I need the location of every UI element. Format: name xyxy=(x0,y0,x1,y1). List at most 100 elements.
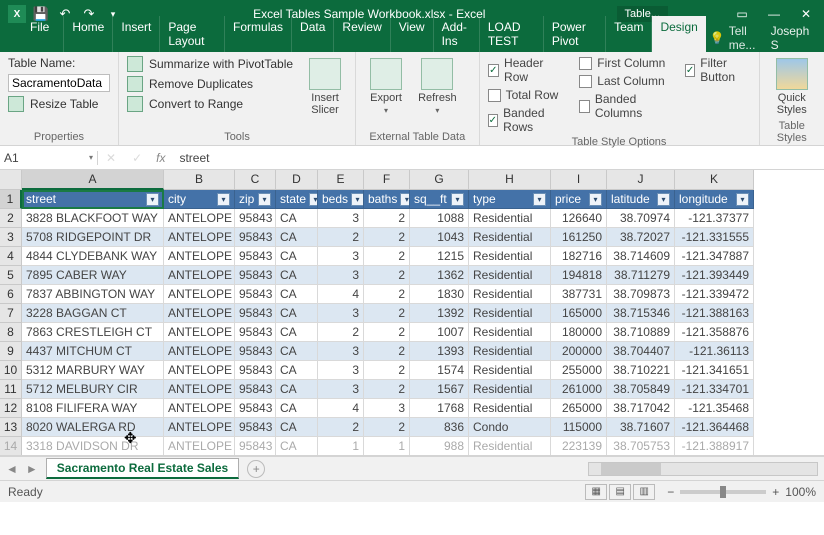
cell[interactable]: 1830 xyxy=(410,285,469,304)
column-header[interactable]: A xyxy=(22,170,164,190)
cell[interactable]: 115000 xyxy=(551,418,607,437)
cell[interactable]: 2 xyxy=(364,228,410,247)
cell[interactable]: CA xyxy=(276,437,318,456)
cell[interactable]: -121.334701 xyxy=(675,380,754,399)
cell[interactable]: 261000 xyxy=(551,380,607,399)
table-header-cell[interactable]: beds▾ xyxy=(318,190,364,209)
cell[interactable]: Residential xyxy=(469,228,551,247)
cell[interactable]: 38.710221 xyxy=(607,361,675,380)
cell[interactable]: 8108 FILIFERA WAY xyxy=(22,399,164,418)
formula-input[interactable]: street xyxy=(171,151,209,165)
last-column-checkbox[interactable]: Last Column xyxy=(579,74,666,88)
close-icon[interactable]: ✕ xyxy=(792,7,820,21)
cell[interactable]: 3 xyxy=(318,361,364,380)
cell[interactable]: ANTELOPE xyxy=(164,209,235,228)
total-row-checkbox[interactable]: Total Row xyxy=(488,88,562,102)
cell[interactable]: -121.339472 xyxy=(675,285,754,304)
cell[interactable]: -121.364468 xyxy=(675,418,754,437)
tab-data[interactable]: Data xyxy=(292,16,334,52)
cell[interactable]: CA xyxy=(276,323,318,342)
cell[interactable]: 2 xyxy=(318,418,364,437)
cell[interactable]: 95843 xyxy=(235,399,276,418)
convert-range-button[interactable]: Convert to Range xyxy=(127,96,293,112)
cell[interactable]: CA xyxy=(276,361,318,380)
cell[interactable]: 4437 MITCHUM CT xyxy=(22,342,164,361)
cell[interactable]: 4844 CLYDEBANK WAY xyxy=(22,247,164,266)
cell[interactable]: CA xyxy=(276,209,318,228)
table-header-cell[interactable]: latitude▾ xyxy=(607,190,675,209)
cell[interactable]: ANTELOPE xyxy=(164,399,235,418)
cell[interactable]: Residential xyxy=(469,437,551,456)
cell[interactable]: 165000 xyxy=(551,304,607,323)
row-header[interactable]: 13 xyxy=(0,418,22,437)
cell[interactable]: 38.70974 xyxy=(607,209,675,228)
cell[interactable]: 1 xyxy=(318,437,364,456)
cell[interactable]: 3 xyxy=(318,342,364,361)
cell[interactable]: 3 xyxy=(318,209,364,228)
sheet-nav-prev-icon[interactable]: ◄ xyxy=(6,462,18,476)
cell[interactable]: 38.705849 xyxy=(607,380,675,399)
cell[interactable]: CA xyxy=(276,285,318,304)
tab-insert[interactable]: Insert xyxy=(113,16,160,52)
tab-design[interactable]: Design xyxy=(652,16,705,52)
cell[interactable]: 95843 xyxy=(235,285,276,304)
filter-icon[interactable]: ▾ xyxy=(146,193,159,206)
column-header[interactable]: F xyxy=(364,170,410,190)
cell[interactable]: Residential xyxy=(469,266,551,285)
cell[interactable]: 1567 xyxy=(410,380,469,399)
table-header-cell[interactable]: longitude▾ xyxy=(675,190,754,209)
cell[interactable]: 38.71607 xyxy=(607,418,675,437)
minimize-icon[interactable]: — xyxy=(760,7,788,21)
cell[interactable]: 1215 xyxy=(410,247,469,266)
cell[interactable]: 5312 MARBURY WAY xyxy=(22,361,164,380)
row-header[interactable]: 7 xyxy=(0,304,22,323)
cell[interactable]: ANTELOPE xyxy=(164,361,235,380)
cell[interactable]: 3 xyxy=(364,399,410,418)
cell[interactable]: 2 xyxy=(364,266,410,285)
cell[interactable]: 95843 xyxy=(235,361,276,380)
cell[interactable]: 3 xyxy=(318,266,364,285)
cell[interactable]: Residential xyxy=(469,342,551,361)
tab-file[interactable]: File xyxy=(16,16,64,52)
cell[interactable]: 180000 xyxy=(551,323,607,342)
cell[interactable]: 2 xyxy=(364,380,410,399)
tab-review[interactable]: Review xyxy=(334,16,390,52)
cell[interactable]: Residential xyxy=(469,399,551,418)
tab-load-test[interactable]: LOAD TEST xyxy=(480,16,544,52)
cell[interactable]: 223139 xyxy=(551,437,607,456)
filter-icon[interactable]: ▾ xyxy=(217,193,230,206)
table-header-cell[interactable]: street▾ xyxy=(22,190,164,209)
grid[interactable]: ABCDEFGHIJK1street▾city▾zip▾state▾beds▾b… xyxy=(0,170,824,456)
resize-table-button[interactable]: Resize Table xyxy=(8,96,110,112)
enter-icon[interactable]: ✓ xyxy=(124,151,150,165)
column-header[interactable]: E xyxy=(318,170,364,190)
cell[interactable]: 387731 xyxy=(551,285,607,304)
table-header-cell[interactable]: sq__ft▾ xyxy=(410,190,469,209)
row-header[interactable]: 2 xyxy=(0,209,22,228)
cell[interactable]: 95843 xyxy=(235,418,276,437)
cell[interactable]: 3 xyxy=(318,304,364,323)
cell[interactable]: 2 xyxy=(364,342,410,361)
cell[interactable]: -121.37377 xyxy=(675,209,754,228)
cell[interactable]: ANTELOPE xyxy=(164,304,235,323)
cell[interactable]: 95843 xyxy=(235,266,276,285)
cell[interactable]: CA xyxy=(276,228,318,247)
refresh-button[interactable]: Refresh▾ xyxy=(412,56,463,118)
name-box[interactable]: A1 ▾ xyxy=(0,151,98,165)
row-header[interactable]: 1 xyxy=(0,190,22,209)
cell[interactable]: -121.388163 xyxy=(675,304,754,323)
cell[interactable]: CA xyxy=(276,342,318,361)
cell[interactable]: 3 xyxy=(318,247,364,266)
cell[interactable]: -121.358876 xyxy=(675,323,754,342)
cell[interactable]: 7837 ABBINGTON WAY xyxy=(22,285,164,304)
cell[interactable]: 4 xyxy=(318,285,364,304)
filter-icon[interactable]: ▾ xyxy=(589,193,602,206)
cell[interactable]: ANTELOPE xyxy=(164,380,235,399)
cell[interactable]: 2 xyxy=(364,361,410,380)
filter-icon[interactable]: ▾ xyxy=(351,193,364,206)
cell[interactable]: 2 xyxy=(364,247,410,266)
banded-columns-checkbox[interactable]: Banded Columns xyxy=(579,92,666,120)
column-header[interactable]: C xyxy=(235,170,276,190)
page-break-view-icon[interactable]: ▥ xyxy=(633,484,655,500)
table-name-input[interactable] xyxy=(8,74,110,92)
